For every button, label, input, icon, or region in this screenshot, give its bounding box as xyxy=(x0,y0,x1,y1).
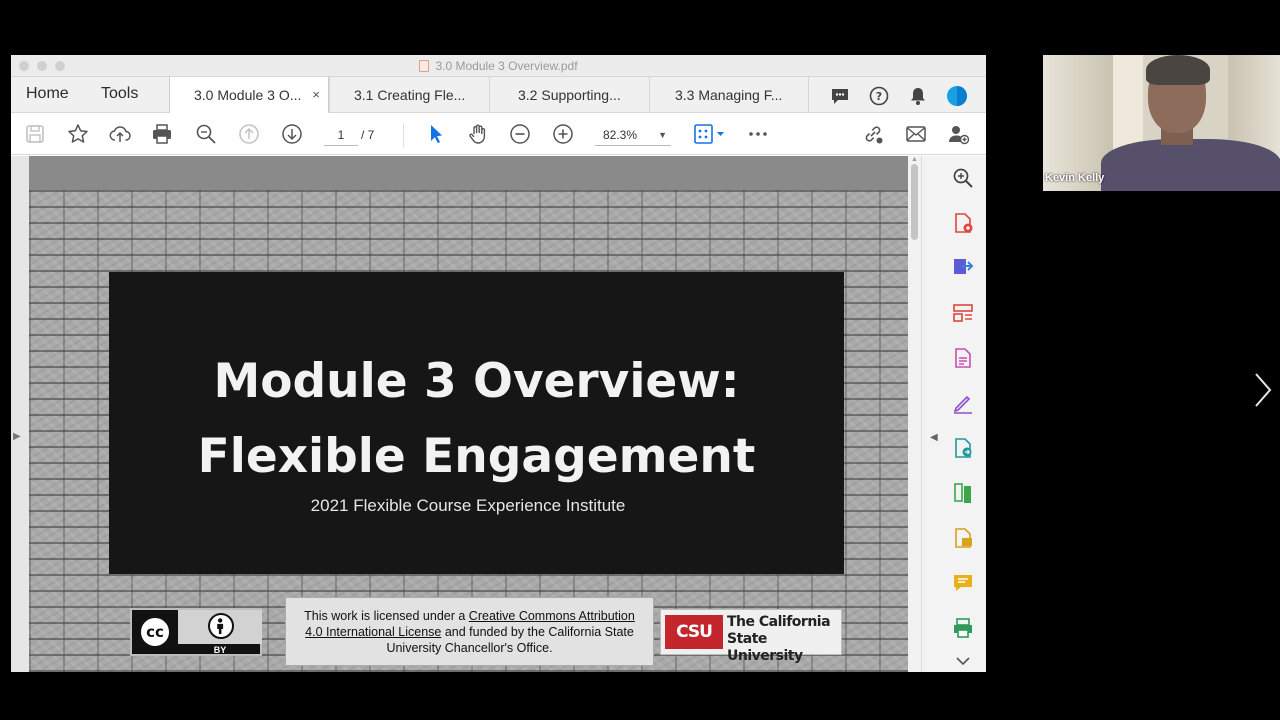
notifications-bell-icon[interactable] xyxy=(907,85,929,107)
tab-bar: Home Tools 3.0 Module 3 O... × 3.1 Creat… xyxy=(11,77,986,114)
slide-subtitle: 2021 Flexible Course Experience Institut… xyxy=(310,496,626,515)
page-header-band xyxy=(29,156,908,190)
tab-managing[interactable]: 3.3 Managing F... xyxy=(649,77,809,113)
document-viewport[interactable]: ▶ Module 3 Overview: Flexible Engagement… xyxy=(11,156,921,672)
participant-video-tile[interactable]: Kevin Kelly xyxy=(1043,55,1280,191)
email-icon[interactable] xyxy=(904,122,928,146)
chevron-down-icon[interactable] xyxy=(951,654,975,668)
add-person-icon[interactable] xyxy=(946,122,970,146)
print-production-icon[interactable] xyxy=(951,616,975,640)
bookmark-star-icon[interactable] xyxy=(66,122,90,146)
zoom-in-icon[interactable] xyxy=(551,122,575,146)
page-layout-icon[interactable] xyxy=(693,122,727,146)
participant-shirt xyxy=(1101,139,1280,191)
edit-pdf-icon[interactable] xyxy=(951,346,975,370)
title-bar: 3.0 Module 3 Overview.pdf xyxy=(11,55,986,77)
vertical-scrollbar[interactable]: ▲ xyxy=(908,156,921,672)
attribution-person-icon xyxy=(208,613,234,639)
tab-supporting[interactable]: 3.2 Supporting... xyxy=(489,77,649,113)
creative-commons-icon: cc xyxy=(138,615,172,649)
page-number-input[interactable]: 1 xyxy=(324,124,358,146)
tab-close-icon[interactable]: × xyxy=(312,77,320,113)
organize-pages-icon[interactable] xyxy=(951,301,975,325)
expand-left-panel-icon[interactable]: ▶ xyxy=(13,431,21,442)
zoom-level-value: 82.3% xyxy=(603,128,638,142)
comments-icon[interactable] xyxy=(829,85,851,107)
license-text-pre: This work is licensed under a xyxy=(304,609,469,623)
tab-label: 3.1 Creating Fle... xyxy=(354,87,466,103)
hand-tool-icon[interactable] xyxy=(466,122,490,146)
compare-files-icon[interactable] xyxy=(951,481,975,505)
account-avatar-icon[interactable] xyxy=(946,85,968,107)
comment-tool-icon[interactable] xyxy=(951,571,975,595)
scrollbar-thumb[interactable] xyxy=(911,164,918,240)
more-options-icon[interactable] xyxy=(746,122,770,146)
acrobat-window: 3.0 Module 3 Overview.pdf Home Tools 3.0… xyxy=(11,55,986,672)
tab-module-3-overview[interactable]: 3.0 Module 3 O... × xyxy=(169,77,329,114)
tab-label: 3.3 Managing F... xyxy=(675,87,783,103)
slide-title-line-2: Flexible Engagement xyxy=(197,429,756,484)
collapse-right-pane-icon[interactable]: ◀ xyxy=(930,432,938,443)
next-chevron-icon[interactable] xyxy=(1250,370,1276,410)
help-icon[interactable]: ? xyxy=(868,85,890,107)
pdf-file-icon xyxy=(419,60,430,72)
fill-sign-icon[interactable] xyxy=(951,391,975,415)
title-panel: Module 3 Overview: Flexible Engagement 2… xyxy=(109,272,844,574)
csu-logo: CSU The California State University xyxy=(660,609,842,664)
participant-name: Kevin Kelly xyxy=(1045,172,1105,184)
chevron-down-icon: ▼ xyxy=(658,130,667,140)
attribution-panel xyxy=(178,610,262,644)
next-page-icon[interactable] xyxy=(280,122,304,146)
share-link-icon[interactable] xyxy=(861,122,885,146)
tab-creating-flexible[interactable]: 3.1 Creating Fle... xyxy=(329,77,489,113)
create-pdf-icon[interactable] xyxy=(951,211,975,235)
toolbar: 1 / 7 82.3% ▼ xyxy=(11,113,986,155)
csu-abbreviation: CSU xyxy=(665,615,723,649)
participant-hair xyxy=(1146,55,1210,85)
page-total: / 7 xyxy=(361,128,375,142)
save-icon[interactable] xyxy=(23,122,47,146)
pdf-page: Module 3 Overview: Flexible Engagement 2… xyxy=(29,156,908,672)
screen: 3.0 Module 3 Overview.pdf Home Tools 3.0… xyxy=(0,0,1280,720)
slide-title: Module 3 Overview: Flexible Engagement xyxy=(109,344,844,494)
scan-ocr-icon[interactable] xyxy=(951,526,975,550)
zoom-out-icon[interactable] xyxy=(508,122,532,146)
window-title-text: 3.0 Module 3 Overview.pdf xyxy=(435,59,578,73)
zoom-search-icon[interactable] xyxy=(194,122,218,146)
cc-by-badge: cc BY xyxy=(130,608,262,656)
export-pdf-icon[interactable] xyxy=(951,256,975,280)
zoom-level-select[interactable]: 82.3% ▼ xyxy=(595,124,671,146)
print-icon[interactable] xyxy=(150,122,174,146)
by-label: BY xyxy=(213,645,227,655)
previous-page-icon[interactable] xyxy=(237,122,261,146)
search-zoom-tool-icon[interactable] xyxy=(951,166,975,190)
upload-cloud-icon[interactable] xyxy=(108,122,132,146)
send-for-signature-icon[interactable] xyxy=(951,436,975,460)
slide-title-line-1: Module 3 Overview: xyxy=(213,354,740,409)
right-tools-pane: ◀ xyxy=(921,156,986,672)
nav-home[interactable]: Home xyxy=(26,85,69,103)
license-notice: This work is licensed under a Creative C… xyxy=(285,597,654,666)
window-title: 3.0 Module 3 Overview.pdf xyxy=(11,59,986,73)
toolbar-divider xyxy=(403,123,404,147)
tab-label: 3.0 Module 3 O... xyxy=(194,87,302,103)
select-cursor-icon[interactable] xyxy=(424,122,448,146)
csu-name: The California State University xyxy=(727,614,831,664)
scroll-up-icon[interactable]: ▲ xyxy=(911,156,918,163)
svg-text:?: ? xyxy=(876,90,882,103)
tab-label: 3.2 Supporting... xyxy=(518,87,621,103)
nav-tools[interactable]: Tools xyxy=(101,85,138,103)
